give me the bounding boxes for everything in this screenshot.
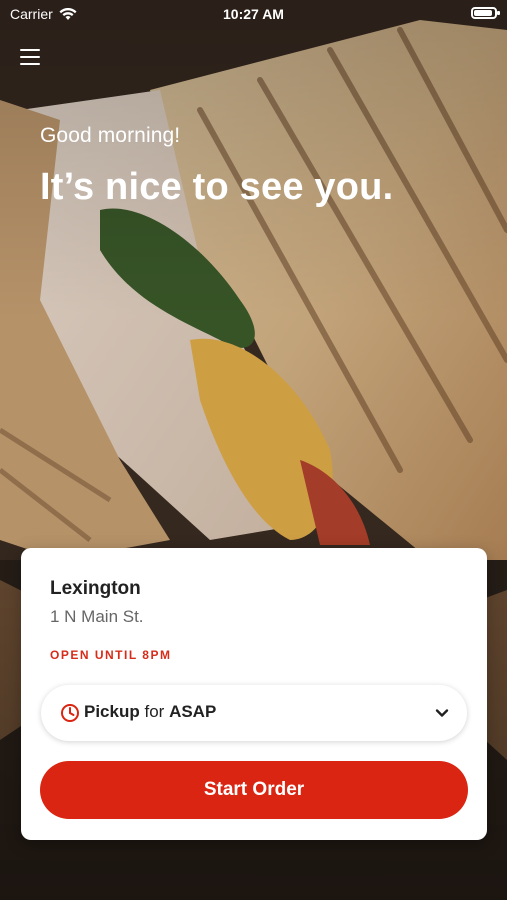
pickup-when: ASAP xyxy=(169,702,217,721)
status-bar: Carrier 10:27 AM xyxy=(0,0,507,28)
app-screen: Carrier 10:27 AM Good morning! It’s nice… xyxy=(0,0,507,900)
pickup-for: for xyxy=(144,702,165,721)
clock-icon xyxy=(61,704,79,722)
store-card: Lexington 1 N Main St. OPEN UNTIL 8PM Pi… xyxy=(21,548,487,840)
store-hours: OPEN UNTIL 8PM xyxy=(50,648,172,662)
status-time: 10:27 AM xyxy=(223,6,284,22)
store-address: 1 N Main St. xyxy=(50,607,144,626)
store-name: Lexington xyxy=(50,578,141,599)
headline-text: It’s nice to see you. xyxy=(40,166,394,208)
start-order-button[interactable]: Start Order xyxy=(40,761,468,819)
pickup-mode: Pickup xyxy=(84,702,140,721)
pickup-time-selector[interactable]: Pickup for ASAP xyxy=(41,685,467,741)
greeting-text: Good morning! xyxy=(40,124,181,147)
battery-icon xyxy=(471,7,500,19)
chevron-down-icon xyxy=(435,709,449,717)
pickup-label: Pickup for ASAP xyxy=(84,702,216,722)
menu-icon[interactable] xyxy=(20,49,42,67)
